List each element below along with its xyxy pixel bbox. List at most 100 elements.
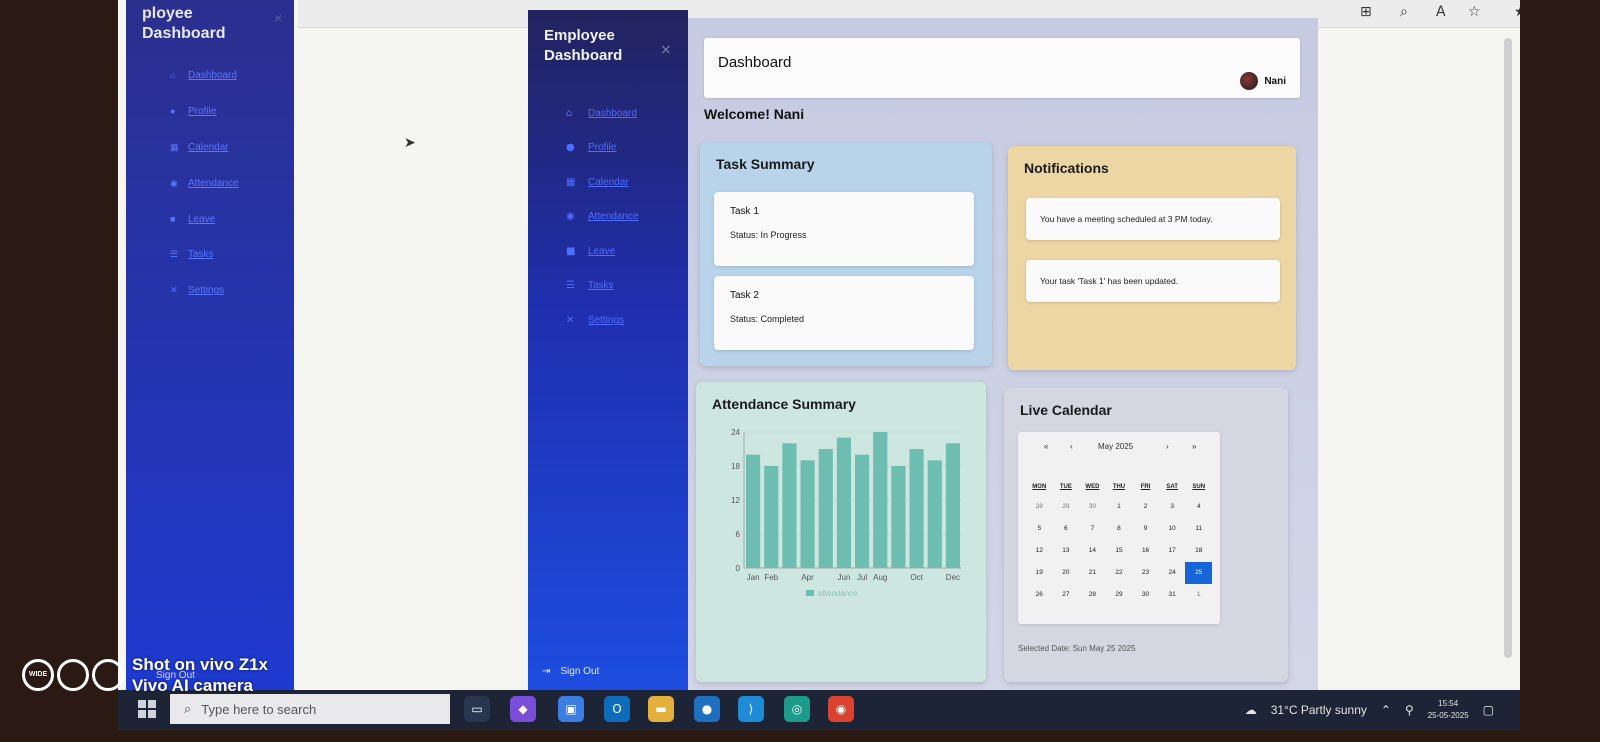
calendar-day[interactable]: 17 — [1159, 540, 1186, 562]
edge-icon[interactable]: ◎ — [784, 696, 810, 722]
notification-item[interactable]: You have a meeting scheduled at 3 PM tod… — [1026, 198, 1280, 240]
calendar-day[interactable]: 26 — [1026, 584, 1053, 606]
sidebar-item-label[interactable]: Attendance — [588, 211, 639, 222]
calendar-day[interactable]: 18 — [1185, 540, 1212, 562]
calendar-day[interactable]: 15 — [1106, 540, 1133, 562]
notification-center-icon[interactable]: ▢ — [1483, 703, 1494, 717]
chrome-icon[interactable]: ◉ — [828, 696, 854, 722]
file-explorer-icon[interactable]: ▬ — [648, 696, 674, 722]
attendance-bar — [800, 460, 815, 568]
background-nav-settings[interactable]: Settings — [188, 285, 224, 296]
calendar-day[interactable]: 23 — [1132, 562, 1159, 584]
calendar-day[interactable]: 22 — [1106, 562, 1133, 584]
sidebar-item-label[interactable]: Leave — [588, 246, 615, 257]
calendar-day[interactable]: 14 — [1079, 540, 1106, 562]
calendar-day[interactable]: 19 — [1026, 562, 1053, 584]
calendar-day[interactable]: 13 — [1053, 540, 1080, 562]
sidebar-item-tasks[interactable]: ☰ Tasks — [566, 269, 639, 304]
sidebar-item-calendar[interactable]: ▦ Calendar — [566, 165, 639, 200]
sidebar-item-attendance[interactable]: ◉ Attendance — [566, 200, 639, 235]
calendar-day[interactable]: 10 — [1159, 518, 1186, 540]
calendar-day[interactable]: 9 — [1132, 518, 1159, 540]
calendar-day[interactable]: 5 — [1026, 518, 1053, 540]
sidebar-item-dashboard[interactable]: ⌂ Dashboard — [566, 96, 639, 131]
calendar-day[interactable]: 21 — [1079, 562, 1106, 584]
calendar-day[interactable]: 29 — [1053, 496, 1080, 518]
background-nav-profile[interactable]: Profile — [188, 106, 216, 117]
calendar-day[interactable]: 30 — [1132, 584, 1159, 606]
sidebar-item-profile[interactable]: ● Profile — [566, 131, 639, 166]
calendar-day[interactable]: 28 — [1079, 584, 1106, 606]
calendar-icon: ▦ — [170, 142, 179, 152]
network-icon[interactable]: ⚲ — [1405, 703, 1414, 717]
sidebar-item-leave[interactable]: ■ Leave — [566, 234, 639, 269]
background-nav-tasks[interactable]: Tasks — [188, 249, 214, 260]
outlook-icon[interactable]: O — [604, 696, 630, 722]
favorite-star-icon[interactable]: ☆ — [1468, 4, 1481, 20]
background-nav-leave[interactable]: Leave — [188, 214, 215, 225]
next-month-button[interactable]: › — [1166, 442, 1169, 451]
clock[interactable]: 15:54 25-05-2025 — [1428, 698, 1469, 722]
calendar-day[interactable]: 30 — [1079, 496, 1106, 518]
background-nav-calendar[interactable]: Calendar — [188, 142, 229, 153]
calendar-day[interactable]: 3 — [1159, 496, 1186, 518]
calendar-day[interactable]: 6 — [1053, 518, 1080, 540]
calendar-day[interactable]: 24 — [1159, 562, 1186, 584]
calendar-day[interactable]: 16 — [1132, 540, 1159, 562]
chevron-up-icon[interactable]: ⌃ — [1381, 703, 1391, 717]
calendar-day[interactable]: 29 — [1106, 584, 1133, 606]
calendar-day[interactable]: 2 — [1132, 496, 1159, 518]
sidebar-item-settings[interactable]: ✕ Settings — [566, 303, 639, 338]
legend-label: attendance — [818, 589, 858, 598]
zoom-icon[interactable]: ⌕ — [1400, 4, 1408, 20]
x-tick-label: Jun — [837, 573, 850, 582]
y-tick-label: 6 — [736, 530, 741, 539]
calendar-day[interactable]: 8 — [1106, 518, 1133, 540]
calendar-month-label[interactable]: May 2025 — [1098, 442, 1133, 451]
calendar-day[interactable]: 12 — [1026, 540, 1053, 562]
close-icon[interactable]: × — [660, 42, 672, 58]
calendar-day[interactable]: 20 — [1053, 562, 1080, 584]
store-icon[interactable]: ▣ — [558, 696, 584, 722]
app-drop-icon[interactable]: ● — [694, 696, 720, 722]
next-year-button[interactable]: » — [1192, 442, 1196, 451]
calendar-grid: MON TUE WED THU FRI SAT SUN 28 29 30 1 2 3 4 5 6 7 8 9 10 11… — [1026, 478, 1212, 606]
read-aloud-icon[interactable]: A — [1436, 4, 1446, 20]
sidebar-item-label[interactable]: Calendar — [588, 177, 629, 188]
calendar-day[interactable]: 7 — [1079, 518, 1106, 540]
sidebar-item-label[interactable]: Dashboard — [588, 108, 637, 119]
calendar-day[interactable]: 28 — [1026, 496, 1053, 518]
calendar-day[interactable]: 1 — [1185, 584, 1212, 606]
calendar-day[interactable]: 25 — [1185, 562, 1212, 584]
favorites-icon[interactable]: ★ — [1514, 4, 1520, 20]
background-nav-dashboard[interactable]: Dashboard — [188, 70, 237, 81]
windows-start-icon[interactable] — [138, 700, 156, 718]
calendar-day[interactable]: 4 — [1185, 496, 1212, 518]
sidebar-item-label[interactable]: Profile — [588, 142, 616, 153]
sidebar-item-label[interactable]: Tasks — [588, 280, 614, 291]
split-view-icon[interactable]: ⊞ — [1360, 4, 1372, 20]
task-view-icon[interactable]: ▭ — [464, 696, 490, 722]
page-scrollbar[interactable] — [1504, 38, 1512, 658]
background-nav-attendance[interactable]: Attendance — [188, 178, 239, 189]
signout-button[interactable]: ⇥ Sign Out — [542, 666, 599, 677]
notification-item[interactable]: Your task 'Task 1' has been updated. — [1026, 260, 1280, 302]
prev-year-button[interactable]: « — [1044, 442, 1048, 451]
weekday-header: MON — [1032, 484, 1047, 490]
calendar-day[interactable]: 27 — [1053, 584, 1080, 606]
calendar-day[interactable]: 11 — [1185, 518, 1212, 540]
copilot-icon[interactable]: ◆ — [510, 696, 536, 722]
task-item[interactable]: Task 1 Status: In Progress — [714, 192, 974, 266]
sidebar-item-label[interactable]: Settings — [588, 315, 624, 326]
live-calendar-title: Live Calendar — [1020, 402, 1112, 418]
task-item[interactable]: Task 2 Status: Completed — [714, 276, 974, 350]
calendar-day[interactable]: 1 — [1106, 496, 1133, 518]
signout-icon: ⇥ — [542, 666, 551, 677]
taskbar-search[interactable]: ⌕ Type here to search — [170, 694, 450, 724]
prev-month-button[interactable]: ‹ — [1070, 442, 1073, 451]
vscode-icon[interactable]: ⟩ — [738, 696, 764, 722]
employee-dashboard-app: Employee Dashboard × ⌂ Dashboard ● Profile… — [528, 10, 1318, 690]
weather-text[interactable]: 31°C Partly sunny — [1271, 703, 1367, 717]
user-menu[interactable]: Nani — [1240, 72, 1286, 90]
calendar-day[interactable]: 31 — [1159, 584, 1186, 606]
